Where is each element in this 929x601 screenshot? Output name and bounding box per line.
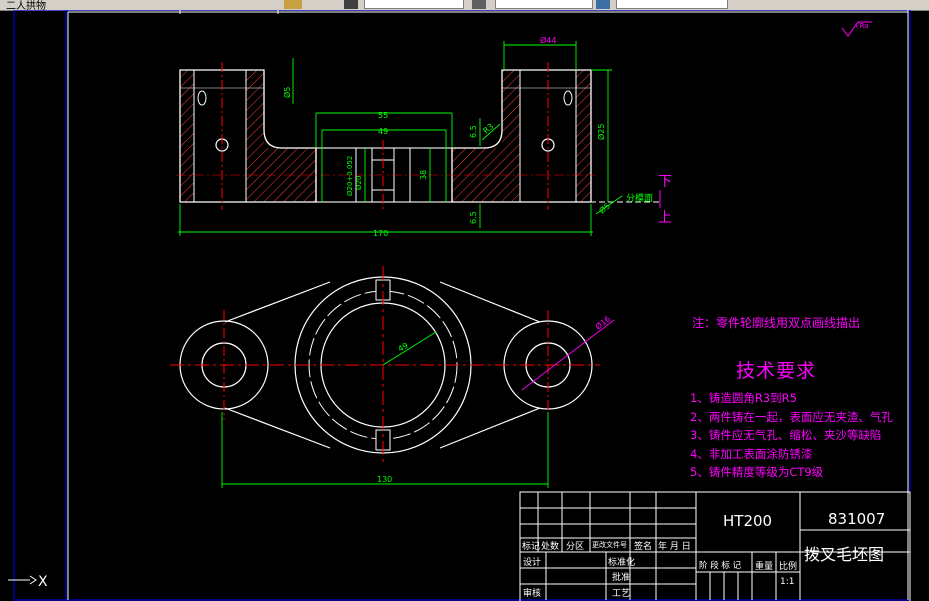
drawing-canvas[interactable]: 170 55 49 Ø44 Ø25 Ø5 38 Ø20 Ø20+0.052 6.… [0, 10, 929, 601]
hatch-right-wall [576, 70, 591, 202]
col-label: 年 月 日 [658, 542, 691, 552]
scale-label: 比例 [779, 562, 798, 572]
technical-requirements: 技术要求 1、铸造圆角R3到R5 2、两件铸在一起，表面应无夹渣、气孔 3、铸件… [690, 356, 893, 482]
upper-label: 上 [658, 210, 672, 226]
dim-text-65-bottom: 6.5 [469, 211, 478, 224]
dim-text-phi16: Ø16 [593, 314, 612, 332]
plan-view [170, 266, 600, 465]
parting-label: 分模面 [626, 193, 653, 204]
col-label: 处数 [541, 542, 560, 552]
dim-text-38: 38 [419, 170, 428, 180]
design-label: 设计 [523, 558, 542, 568]
dim-text-65-top: 6.5 [469, 125, 478, 138]
tech-item: 5、铸件精度等级为CT9级 [690, 465, 824, 479]
layer-dropdown[interactable] [364, 0, 464, 9]
lower-label: 下 [658, 174, 672, 190]
dim-text-5: Ø5 [282, 87, 292, 98]
standardize-label: 标准化 [608, 558, 636, 568]
left-oil-hole [197, 90, 207, 106]
col-label: 标记 [522, 542, 541, 552]
approve-label: 批准 [612, 573, 631, 583]
linetype-dropdown[interactable] [495, 0, 593, 9]
dim-text-55: 55 [378, 111, 388, 120]
dim-text-170: 170 [373, 229, 388, 238]
surface-symbol-text: √Ra [855, 22, 868, 30]
surface-roughness-symbol: √Ra [841, 21, 872, 37]
drawing-name: 拨叉毛坯图 [804, 545, 885, 564]
outer-border [13, 10, 911, 601]
material-text: HT200 [723, 512, 773, 530]
dim-text-phi5: Ø5 [597, 201, 612, 216]
tech-item: 1、铸造圆角R3到R5 [690, 391, 797, 405]
match-icon[interactable] [472, 0, 486, 9]
lineweight-dropdown[interactable] [616, 0, 728, 9]
tech-list: 1、铸造圆角R3到R5 2、两件铸在一起，表面应无夹渣、气孔 3、铸件应无气孔、… [690, 389, 893, 482]
dim-text-phi20-tol: Ø20+0.052 [346, 156, 354, 196]
dim-text-r49: 49 [397, 341, 410, 354]
dim-text-phi20: Ø20 [355, 176, 363, 190]
section-view [176, 62, 660, 210]
dim-text-49: 49 [378, 127, 388, 136]
col-label: 更改文件号 [592, 541, 627, 549]
review-label: 审核 [523, 589, 542, 599]
contour-note: 注：零件轮廓线用双点画线描出 [692, 316, 861, 330]
ucs-x-label: X [38, 574, 48, 590]
col-label: 分区 [566, 542, 585, 552]
tech-item: 2、两件铸在一起，表面应无夹渣、气孔 [690, 409, 893, 424]
right-oil-hole [563, 90, 573, 106]
hatch-right-bore-wall [502, 70, 520, 202]
properties-icon[interactable] [344, 0, 358, 9]
scale-value: 1:1 [780, 577, 795, 587]
tech-item: 4、非加工表面涂防锈漆 [690, 446, 813, 461]
col-label: 签名 [634, 542, 653, 552]
hatch-left-bore-wall [246, 70, 264, 202]
dim-text-phi44: Ø44 [540, 35, 556, 45]
table-icon[interactable] [596, 0, 610, 9]
stage-mark-label: 阶 段 标 记 [699, 561, 742, 571]
drawing-number: 831007 [828, 510, 886, 528]
dim-text-130: 130 [377, 475, 392, 484]
dim-text-r3: R3 [482, 122, 496, 136]
layer-tool-icon[interactable] [284, 0, 302, 9]
tech-title: 技术要求 [736, 360, 817, 382]
hatch-left-wall [180, 70, 194, 202]
weight-label: 重量 [755, 562, 774, 572]
dim-text-phi25: Ø25 [596, 124, 606, 140]
tech-item: 3、铸件应无气孔、缩松、夹沙等缺陷 [690, 428, 882, 442]
process-label: 工艺 [612, 589, 631, 599]
